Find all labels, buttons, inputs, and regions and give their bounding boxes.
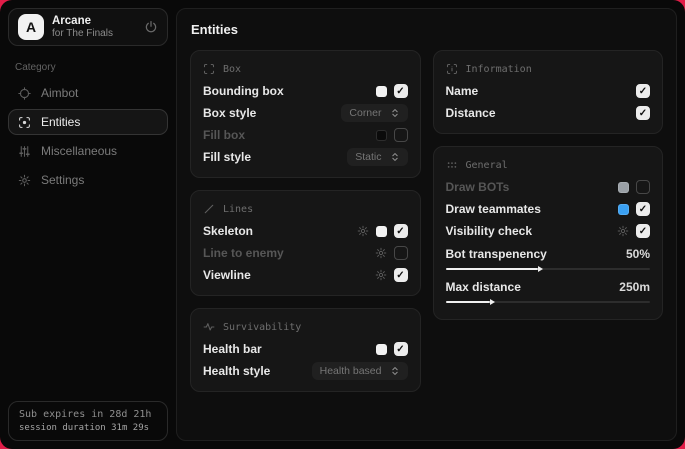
box-style-dropdown[interactable]: Corner [341,104,407,122]
sidebar-item-aimbot[interactable]: Aimbot [8,80,168,106]
panel-title: Survivability [223,322,301,333]
sidebar-item-label: Settings [41,173,84,187]
backdrop: { "colors": { "backdrop": "#e11d48", "ch… [0,0,685,449]
subscription-card: Sub expires in 28d 21h session duration … [8,401,168,441]
chevrons-up-down-icon [390,152,400,162]
left-column: Box Bounding box Box style Corne [190,50,421,392]
health-bar-checkbox[interactable] [394,342,408,356]
color-swatch[interactable] [376,86,387,97]
brand-subtitle: for The Finals [52,28,113,40]
setting-row-bounding-box: Bounding box [203,80,408,102]
brand-logo: A [18,14,44,40]
slider-fill [446,268,538,270]
sidebar-item-miscellaneous[interactable]: Miscellaneous [8,138,168,164]
gear-icon[interactable] [357,225,369,237]
pulse-icon [203,321,215,333]
setting-row-visibility-check: Visibility check [446,220,651,242]
slider-fill [446,301,491,303]
line-to-enemy-checkbox[interactable] [394,246,408,260]
page-title: Entities [191,22,662,37]
color-swatch[interactable] [618,182,629,193]
diagonal-line-icon [203,203,215,215]
color-swatch[interactable] [376,226,387,237]
scan-brackets-icon [203,63,215,75]
gear-icon[interactable] [617,225,629,237]
panel-survivability: Survivability Health bar Health style [190,308,421,392]
panel-title: Lines [223,204,253,215]
fill-style-dropdown[interactable]: Static [347,148,407,166]
power-icon[interactable] [144,20,158,34]
category-label: Category [15,62,161,73]
color-swatch[interactable] [618,204,629,215]
setting-row-distance: Distance [446,102,651,124]
sidebar-item-label: Miscellaneous [41,144,117,158]
panel-title: Box [223,64,241,75]
chevrons-up-down-icon [390,366,400,376]
brand-card: A Arcane for The Finals [8,8,168,46]
panel-information: Information Name Distance [433,50,664,134]
chevrons-up-down-icon [390,108,400,118]
color-swatch[interactable] [376,130,387,141]
setting-row-fill-style: Fill style Static [203,146,408,168]
gear-icon[interactable] [375,269,387,281]
brand-name: Arcane [52,15,113,28]
app-window: A Arcane for The Finals Category Aimbot [0,0,685,449]
setting-row-viewline: Viewline [203,264,408,286]
setting-row-skeleton: Skeleton [203,220,408,242]
name-checkbox[interactable] [636,84,650,98]
distance-checkbox[interactable] [636,106,650,120]
bounding-box-checkbox[interactable] [394,84,408,98]
entities-icon [18,116,31,129]
main-content: Entities Box Bounding box [176,8,677,441]
setting-row-health-bar: Health bar [203,338,408,360]
sidebar-item-entities[interactable]: Entities [8,109,168,135]
gear-icon[interactable] [375,247,387,259]
color-swatch[interactable] [376,344,387,355]
setting-row-box-style: Box style Corner [203,102,408,124]
gear-icon [18,174,31,187]
bot-transparency-slider[interactable] [446,268,651,270]
panel-box: Box Bounding box Box style Corne [190,50,421,178]
fill-box-checkbox[interactable] [394,128,408,142]
right-column: Information Name Distance [433,50,664,320]
bot-transparency-value: 50% [626,247,650,261]
sidebar: A Arcane for The Finals Category Aimbot [8,8,168,441]
max-distance-row: Max distance 250m [446,277,651,297]
panel-lines: Lines Skeleton [190,190,421,296]
setting-row-line-to-enemy: Line to enemy [203,242,408,264]
sidebar-item-label: Aimbot [41,86,78,100]
draw-bots-checkbox[interactable] [636,180,650,194]
health-style-dropdown[interactable]: Health based [312,362,408,380]
session-duration: session duration 31m 29s [19,423,157,433]
sliders-icon [18,145,31,158]
sidebar-item-label: Entities [41,115,80,129]
sidebar-item-settings[interactable]: Settings [8,167,168,193]
setting-row-name: Name [446,80,651,102]
setting-row-health-style: Health style Health based [203,360,408,382]
skeleton-checkbox[interactable] [394,224,408,238]
sub-expiry: Sub expires in 28d 21h [19,409,157,420]
max-distance-slider[interactable] [446,301,651,303]
setting-row-fill-box: Fill box [203,124,408,146]
info-scan-icon [446,63,458,75]
panel-general: General Draw BOTs Draw teammates [433,146,664,320]
visibility-check-checkbox[interactable] [636,224,650,238]
setting-row-draw-bots: Draw BOTs [446,176,651,198]
viewline-checkbox[interactable] [394,268,408,282]
panel-title: General [466,160,508,171]
draw-teammates-checkbox[interactable] [636,202,650,216]
max-distance-value: 250m [619,280,650,294]
crosshair-icon [18,87,31,100]
grid-dots-icon [446,159,458,171]
setting-row-draw-teammates: Draw teammates [446,198,651,220]
bot-transparency-row: Bot transpenency 50% [446,244,651,264]
panel-title: Information [466,64,532,75]
